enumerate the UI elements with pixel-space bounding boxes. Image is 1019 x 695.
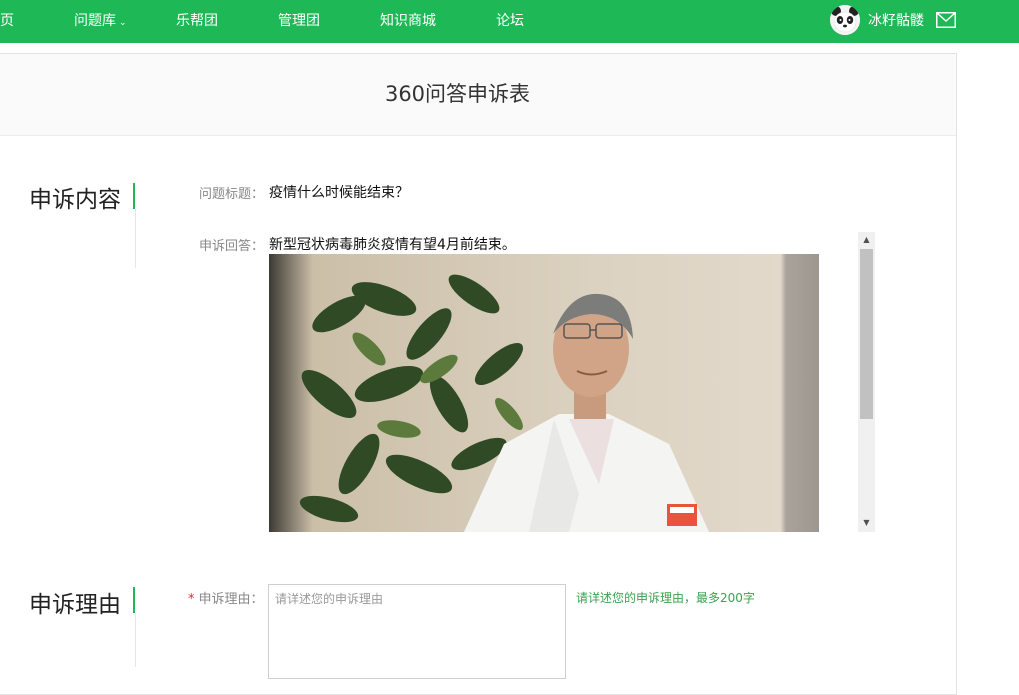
nav-help-team[interactable]: 乐帮团 xyxy=(176,0,218,43)
section-accent-bar xyxy=(133,587,135,613)
section-divider-line xyxy=(135,209,136,268)
avatar[interactable] xyxy=(830,5,860,35)
answer-photo xyxy=(269,254,819,532)
section-accent-bar xyxy=(133,183,135,209)
nav-knowledge-mall[interactable]: 知识商城 xyxy=(380,0,436,43)
panel-header: 360问答申诉表 xyxy=(0,54,956,136)
nav-home[interactable]: 页 xyxy=(0,0,14,43)
section-title-reason: 申诉理由 xyxy=(29,592,121,618)
nav-question-library-label: 问题库 xyxy=(74,13,116,29)
nav-admin-team[interactable]: 管理团 xyxy=(278,0,320,43)
section-title-content: 申诉内容 xyxy=(29,187,121,213)
appeal-answer-label: 申诉回答： xyxy=(199,239,265,254)
scroll-up-icon[interactable]: ▲ xyxy=(858,232,875,248)
section-divider-line xyxy=(135,613,136,667)
question-title-label: 问题标题： xyxy=(199,187,265,202)
answer-scrollbar[interactable]: ▲ ▼ xyxy=(858,232,875,532)
scroll-thumb[interactable] xyxy=(860,249,873,419)
appeal-reason-label: * 申诉理由： xyxy=(188,588,264,607)
page-title: 360问答申诉表 xyxy=(384,82,531,106)
appeal-reason-input[interactable] xyxy=(268,584,566,679)
top-nav-bar: 页 问题库 ⌄ 乐帮团 管理团 知识商城 论坛 冰籽骷髅 xyxy=(0,0,1019,43)
chevron-down-icon: ⌄ xyxy=(119,18,127,28)
scroll-down-icon[interactable]: ▼ xyxy=(858,515,875,531)
required-mark: * xyxy=(188,592,195,607)
nav-forum[interactable]: 论坛 xyxy=(496,0,524,43)
photo-doctor-in-white-coat xyxy=(269,254,819,532)
panda-avatar-icon xyxy=(830,5,860,35)
appeal-answer-value: 新型冠状病毒肺炎疫情有望4月前结束。 xyxy=(269,237,516,253)
question-title-value: 疫情什么时候能结束？ xyxy=(269,185,409,201)
nav-question-library[interactable]: 问题库 ⌄ xyxy=(74,0,127,43)
user-name[interactable]: 冰籽骷髅 xyxy=(868,0,924,43)
mail-icon[interactable] xyxy=(936,12,956,28)
appeal-reason-hint: 请详述您的申诉理由，最多200字 xyxy=(576,591,755,605)
appeal-reason-label-text: 申诉理由： xyxy=(198,592,264,607)
